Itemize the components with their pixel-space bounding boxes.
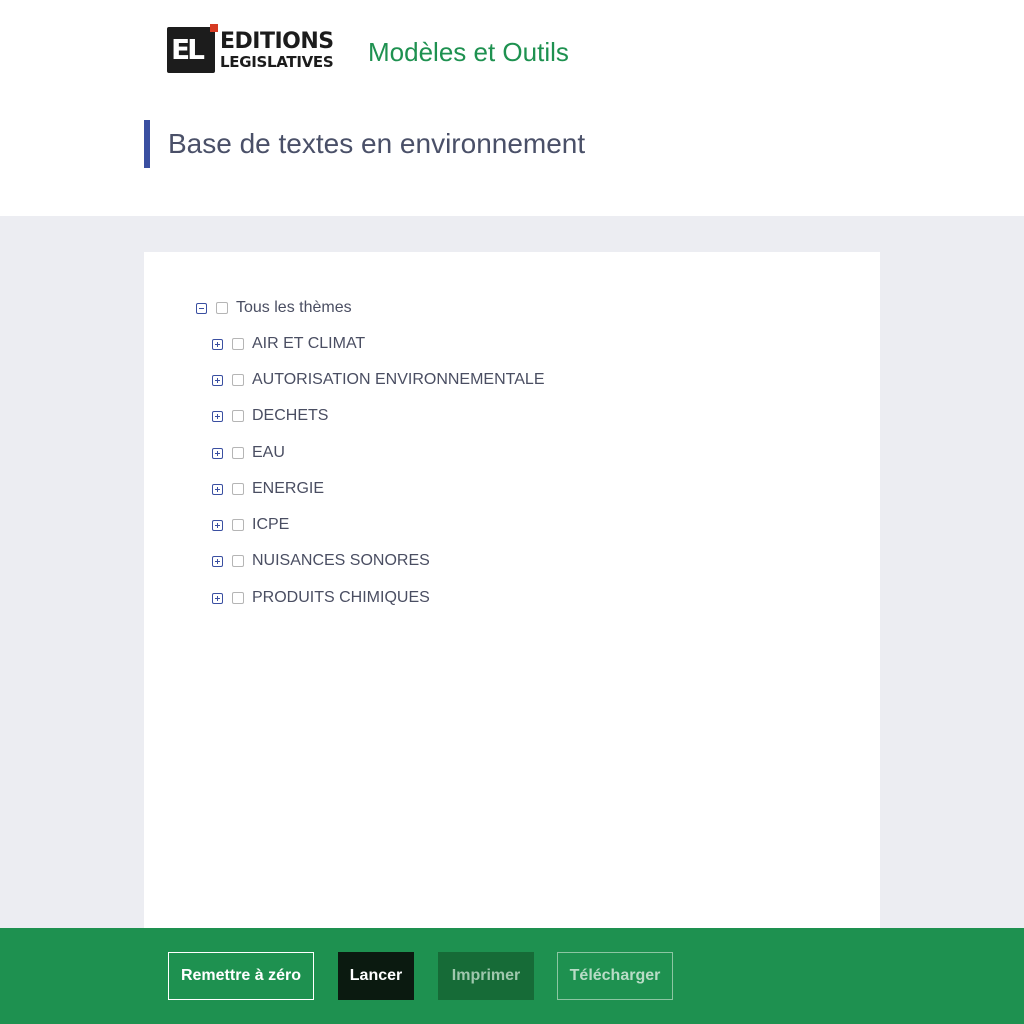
tree-item-energie: ENERGIE <box>212 475 324 503</box>
tree-item-label[interactable]: PRODUITS CHIMIQUES <box>252 588 430 608</box>
tree-item-checkbox[interactable] <box>232 519 244 531</box>
launch-button[interactable]: Lancer <box>338 952 414 1000</box>
tree-root: Tous les thèmes <box>196 294 352 322</box>
tree-root-label[interactable]: Tous les thèmes <box>236 298 352 318</box>
expand-toggle-icon[interactable] <box>212 410 223 422</box>
expand-toggle-icon[interactable] <box>212 483 223 495</box>
expand-toggle-icon[interactable] <box>212 447 223 459</box>
app-title[interactable]: Modèles et Outils <box>368 36 569 68</box>
tree-item-label[interactable]: AUTORISATION ENVIRONNEMENTALE <box>252 370 544 390</box>
print-button[interactable]: Imprimer <box>438 952 534 1000</box>
tree-item-dechets: DECHETS <box>212 402 328 430</box>
tree-item-checkbox[interactable] <box>232 483 244 495</box>
download-button[interactable]: Télécharger <box>557 952 673 1000</box>
tree-item-label[interactable]: ENERGIE <box>252 479 324 499</box>
tree-item-icpe: ICPE <box>212 511 289 539</box>
expand-toggle-icon[interactable] <box>212 519 223 531</box>
tree-item-checkbox[interactable] <box>232 592 244 604</box>
tree-item-checkbox[interactable] <box>232 555 244 567</box>
logo-line2: LEGISLATIVES <box>220 53 334 71</box>
editions-legislatives-logo[interactable]: EL EDITIONS LEGISLATIVES <box>167 24 339 74</box>
page-title: Base de textes en environnement <box>168 128 586 159</box>
expand-toggle-icon[interactable] <box>212 374 223 386</box>
tree-item-label[interactable]: EAU <box>252 443 285 463</box>
tree-item-label[interactable]: NUISANCES SONORES <box>252 551 430 571</box>
el-logo-mark-icon: EL <box>167 24 218 73</box>
action-footer: Remettre à zéro Lancer Imprimer Téléchar… <box>0 928 1024 1024</box>
expand-toggle-icon[interactable] <box>212 592 223 604</box>
logo-line1: EDITIONS <box>220 29 334 54</box>
collapse-toggle-icon[interactable] <box>196 302 207 314</box>
tree-item-checkbox[interactable] <box>232 447 244 459</box>
logo-text: EDITIONS LEGISLATIVES <box>220 29 334 71</box>
tree-item-label[interactable]: ICPE <box>252 515 289 535</box>
tree-item-label[interactable]: AIR ET CLIMAT <box>252 334 365 354</box>
tree-item-label[interactable]: DECHETS <box>252 406 328 426</box>
expand-toggle-icon[interactable] <box>212 555 223 567</box>
tree-item-eau: EAU <box>212 439 285 467</box>
reset-button[interactable]: Remettre à zéro <box>168 952 314 1000</box>
tree-item-air-et-climat: AIR ET CLIMAT <box>212 330 365 358</box>
page-title-accent-bar <box>144 120 150 168</box>
tree-item-checkbox[interactable] <box>232 410 244 422</box>
tree-item-autorisation-environnementale: AUTORISATION ENVIRONNEMENTALE <box>212 366 544 394</box>
header: EL EDITIONS LEGISLATIVES Modèles et Outi… <box>0 0 1024 216</box>
tree-item-checkbox[interactable] <box>232 374 244 386</box>
expand-toggle-icon[interactable] <box>212 338 223 350</box>
tree-root-checkbox[interactable] <box>216 302 228 314</box>
tree-item-nuisances-sonores: NUISANCES SONORES <box>212 547 430 575</box>
tree-item-produits-chimiques: PRODUITS CHIMIQUES <box>212 584 430 612</box>
tree-item-checkbox[interactable] <box>232 338 244 350</box>
